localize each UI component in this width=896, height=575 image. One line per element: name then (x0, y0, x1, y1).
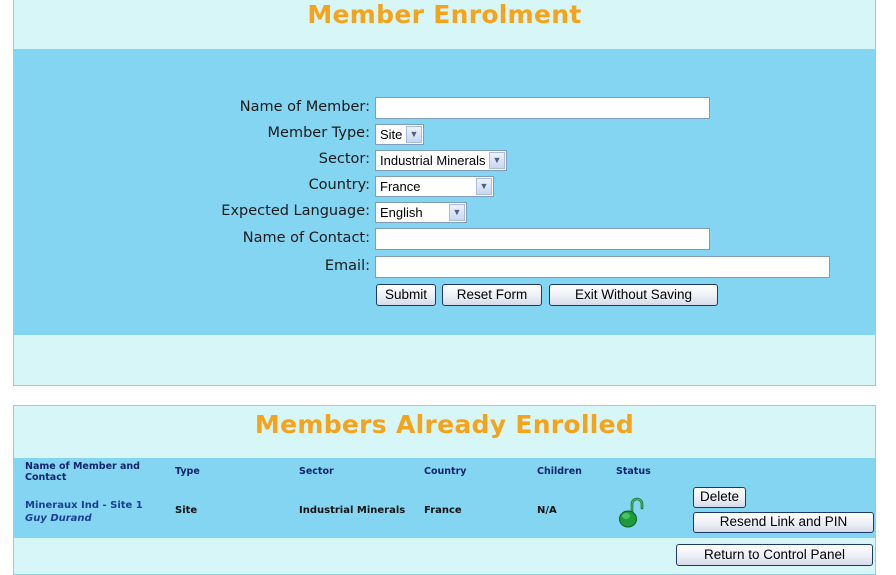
enrolled-title: Members Already Enrolled (254, 410, 635, 439)
chevron-down-icon[interactable]: ▼ (406, 126, 422, 143)
return-to-control-panel-button[interactable]: Return to Control Panel (676, 544, 873, 566)
chevron-down-icon[interactable]: ▼ (489, 152, 505, 169)
language-select[interactable]: English ▼ (375, 202, 467, 223)
language-row: Expected Language: English ▼ (14, 201, 875, 225)
member-type-row: Member Type: Site ▼ (14, 123, 875, 147)
submit-button[interactable]: Submit (376, 284, 436, 306)
row-country: France (424, 505, 462, 516)
col-header-country: Country (424, 466, 467, 477)
row-sector: Industrial Minerals (299, 505, 406, 516)
sector-row: Sector: Industrial Minerals ▼ (14, 149, 875, 173)
members-table: Name of Member and Contact Type Sector C… (14, 458, 875, 538)
sector-label: Sector: (318, 151, 370, 167)
member-enrolment-panel: Member Enrolment Name of Member: Member … (13, 0, 876, 386)
reset-form-button[interactable]: Reset Form (442, 284, 542, 306)
exit-without-saving-button[interactable]: Exit Without Saving (549, 284, 718, 306)
unlocked-padlock-icon[interactable] (618, 496, 646, 532)
member-type-label: Member Type: (267, 125, 370, 141)
resend-link-pin-button[interactable]: Resend Link and PIN (693, 512, 874, 533)
enrolment-title: Member Enrolment (307, 0, 582, 29)
country-label: Country: (308, 177, 370, 193)
member-type-value: Site (380, 127, 403, 142)
contact-name-row: Name of Contact: (14, 228, 875, 252)
member-name-link[interactable]: Mineraux Ind - Site 1 (25, 500, 143, 511)
members-enrolled-panel: Members Already Enrolled Name of Member … (13, 405, 876, 575)
sector-value: Industrial Minerals (380, 153, 486, 168)
delete-button[interactable]: Delete (693, 487, 746, 508)
language-label: Expected Language: (221, 203, 370, 219)
member-name-input[interactable] (375, 97, 710, 119)
row-children: N/A (537, 505, 557, 516)
email-row: Email: (14, 256, 875, 280)
member-name-row: Name of Member: (14, 97, 875, 121)
col-header-type: Type (175, 466, 200, 477)
email-label: Email: (324, 258, 370, 274)
row-type: Site (175, 505, 198, 516)
col-header-name: Name of Member and Contact (25, 461, 140, 483)
col-header-status: Status (616, 466, 651, 477)
member-type-select[interactable]: Site ▼ (375, 124, 424, 145)
country-value: France (380, 179, 421, 194)
contact-name-label: Name of Contact: (242, 230, 370, 246)
col-header-sector: Sector (299, 466, 334, 477)
chevron-down-icon[interactable]: ▼ (449, 204, 465, 221)
enrolment-form: Name of Member: Member Type: Site ▼ Sect… (14, 49, 875, 335)
member-name-label: Name of Member: (239, 99, 370, 115)
contact-name-text: Guy Durand (25, 513, 92, 524)
language-value: English (380, 205, 423, 220)
country-row: Country: France ▼ (14, 175, 875, 199)
col-header-children: Children (537, 466, 582, 477)
chevron-down-icon[interactable]: ▼ (476, 178, 492, 195)
country-select[interactable]: France ▼ (375, 176, 494, 197)
contact-name-input[interactable] (375, 228, 710, 250)
sector-select[interactable]: Industrial Minerals ▼ (375, 150, 507, 171)
email-input[interactable] (375, 256, 830, 278)
